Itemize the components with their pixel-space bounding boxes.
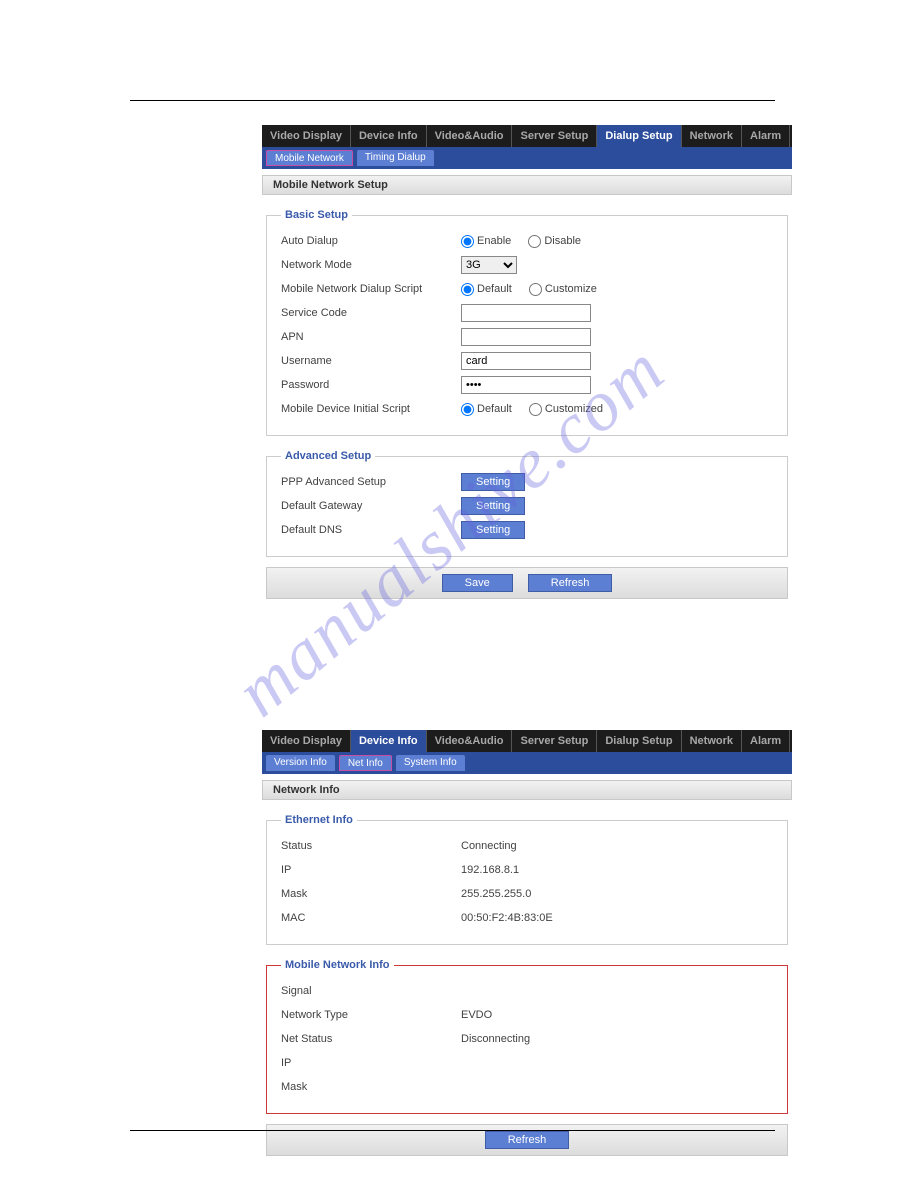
mob-ip-label: IP: [281, 1057, 461, 1069]
sub-tabs-2: Version Info Net Info System Info: [262, 752, 792, 774]
dialup-script-default-text: Default: [477, 283, 512, 295]
tab-video-audio[interactable]: Video&Audio: [427, 125, 513, 147]
ethernet-info-fieldset: Ethernet Info StatusConnecting IP192.168…: [266, 814, 788, 945]
eth-ip-label: IP: [281, 864, 461, 876]
network-mode-select[interactable]: 3G: [461, 256, 517, 274]
initial-script-customized-text: Customized: [545, 403, 603, 415]
refresh-button[interactable]: Refresh: [528, 574, 613, 592]
mobile-network-info-fieldset: Mobile Network Info Signal Network TypeE…: [266, 959, 788, 1114]
mob-nettype-value: EVDO: [461, 1009, 773, 1021]
button-bar-1: Save Refresh: [266, 567, 788, 599]
tab2-video-audio[interactable]: Video&Audio: [427, 730, 513, 752]
ppp-advanced-label: PPP Advanced Setup: [281, 476, 461, 488]
basic-setup-legend: Basic Setup: [281, 209, 352, 221]
tab-truncated[interactable]: D: [790, 125, 792, 147]
password-input[interactable]: [461, 376, 591, 394]
advanced-setup-legend: Advanced Setup: [281, 450, 375, 462]
username-label: Username: [281, 355, 461, 367]
apn-label: APN: [281, 331, 461, 343]
dialup-setup-screenshot: Video Display Device Info Video&Audio Se…: [262, 125, 792, 599]
dialup-script-default-radio[interactable]: [461, 283, 474, 296]
tab2-video-display[interactable]: Video Display: [262, 730, 351, 752]
button-bar-2: Refresh: [266, 1124, 788, 1156]
subtab-timing-dialup[interactable]: Timing Dialup: [357, 150, 434, 166]
eth-status-value: Connecting: [461, 840, 773, 852]
initial-script-label: Mobile Device Initial Script: [281, 403, 461, 415]
service-code-input[interactable]: [461, 304, 591, 322]
auto-dialup-disable-option[interactable]: Disable: [528, 235, 581, 247]
network-mode-label: Network Mode: [281, 259, 461, 271]
tab2-device-info[interactable]: Device Info: [351, 730, 427, 752]
tab-video-display[interactable]: Video Display: [262, 125, 351, 147]
section-title-mobile-network-setup: Mobile Network Setup: [262, 175, 792, 195]
tab-device-info[interactable]: Device Info: [351, 125, 427, 147]
initial-script-default-radio[interactable]: [461, 403, 474, 416]
dialup-script-customize-radio[interactable]: [529, 283, 542, 296]
auto-dialup-label: Auto Dialup: [281, 235, 461, 247]
tab-alarm[interactable]: Alarm: [742, 125, 790, 147]
auto-dialup-disable-radio[interactable]: [528, 235, 541, 248]
mobile-network-info-legend: Mobile Network Info: [281, 959, 394, 971]
subtab-system-info[interactable]: System Info: [396, 755, 465, 771]
service-code-label: Service Code: [281, 307, 461, 319]
initial-script-default-option[interactable]: Default: [461, 403, 512, 415]
refresh-button-2[interactable]: Refresh: [485, 1131, 570, 1149]
tab-network[interactable]: Network: [682, 125, 742, 147]
initial-script-customized-option[interactable]: Customized: [529, 403, 603, 415]
device-info-screenshot: Video Display Device Info Video&Audio Se…: [262, 730, 792, 1156]
advanced-setup-fieldset: Advanced Setup PPP Advanced Setup Settin…: [266, 450, 788, 557]
page-top-rule: [130, 100, 775, 101]
ppp-setting-button[interactable]: Setting: [461, 473, 525, 491]
auto-dialup-enable-text: Enable: [477, 235, 511, 247]
subtab-net-info[interactable]: Net Info: [339, 755, 392, 771]
mob-signal-label: Signal: [281, 985, 461, 997]
initial-script-customized-radio[interactable]: [529, 403, 542, 416]
main-tabs-2: Video Display Device Info Video&Audio Se…: [262, 730, 792, 752]
eth-mac-value: 00:50:F2:4B:83:0E: [461, 912, 773, 924]
dns-setting-button[interactable]: Setting: [461, 521, 525, 539]
tab2-alarm[interactable]: Alarm: [742, 730, 790, 752]
basic-setup-fieldset: Basic Setup Auto Dialup Enable Disable N…: [266, 209, 788, 436]
main-tabs-1: Video Display Device Info Video&Audio Se…: [262, 125, 792, 147]
initial-script-default-text: Default: [477, 403, 512, 415]
auto-dialup-disable-text: Disable: [544, 235, 581, 247]
mob-nettype-label: Network Type: [281, 1009, 461, 1021]
eth-mac-label: MAC: [281, 912, 461, 924]
username-input[interactable]: [461, 352, 591, 370]
eth-mask-value: 255.255.255.0: [461, 888, 773, 900]
tab2-server-setup[interactable]: Server Setup: [512, 730, 597, 752]
password-label: Password: [281, 379, 461, 391]
tab-server-setup[interactable]: Server Setup: [512, 125, 597, 147]
dialup-script-default-option[interactable]: Default: [461, 283, 512, 295]
dialup-script-label: Mobile Network Dialup Script: [281, 283, 461, 295]
dialup-script-customize-option[interactable]: Customize: [529, 283, 597, 295]
subtab-mobile-network[interactable]: Mobile Network: [266, 150, 353, 166]
save-button[interactable]: Save: [442, 574, 513, 592]
tab2-dialup-setup[interactable]: Dialup Setup: [597, 730, 681, 752]
mob-netstatus-label: Net Status: [281, 1033, 461, 1045]
ethernet-info-legend: Ethernet Info: [281, 814, 357, 826]
eth-status-label: Status: [281, 840, 461, 852]
section-title-network-info: Network Info: [262, 780, 792, 800]
auto-dialup-enable-option[interactable]: Enable: [461, 235, 511, 247]
eth-ip-value: 192.168.8.1: [461, 864, 773, 876]
tab-dialup-setup[interactable]: Dialup Setup: [597, 125, 681, 147]
mob-netstatus-value: Disconnecting: [461, 1033, 773, 1045]
page-bottom-rule: [130, 1130, 775, 1131]
apn-input[interactable]: [461, 328, 591, 346]
mob-mask-label: Mask: [281, 1081, 461, 1093]
auto-dialup-enable-radio[interactable]: [461, 235, 474, 248]
dialup-script-customize-text: Customize: [545, 283, 597, 295]
tab2-network[interactable]: Network: [682, 730, 742, 752]
sub-tabs-1: Mobile Network Timing Dialup: [262, 147, 792, 169]
default-gateway-label: Default Gateway: [281, 500, 461, 512]
eth-mask-label: Mask: [281, 888, 461, 900]
subtab-version-info[interactable]: Version Info: [266, 755, 335, 771]
tab2-truncated[interactable]: D: [790, 730, 792, 752]
gateway-setting-button[interactable]: Setting: [461, 497, 525, 515]
default-dns-label: Default DNS: [281, 524, 461, 536]
